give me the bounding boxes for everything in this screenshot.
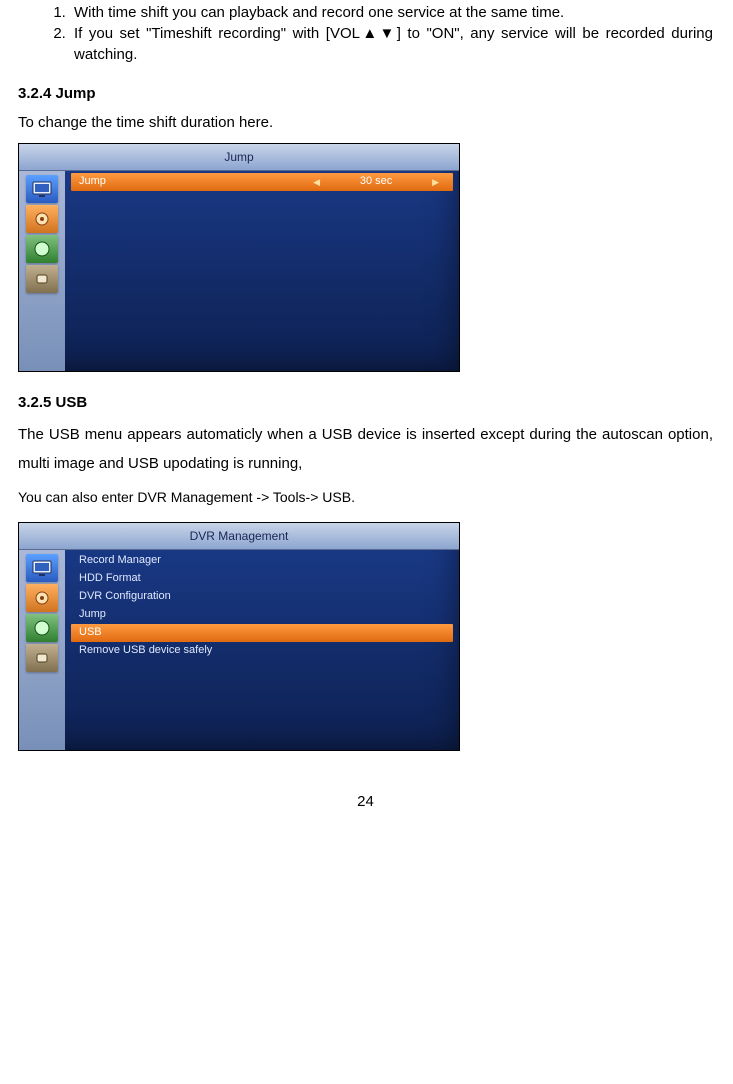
- menu-item-jump[interactable]: Jump: [71, 606, 453, 624]
- section-324-heading: 3.2.4 Jump: [18, 83, 713, 104]
- gear-icon: [26, 205, 58, 233]
- sidebar: [19, 550, 65, 750]
- main-panel: Jump ◀ 30 sec ▶: [65, 171, 459, 371]
- menu-item-hdd-format[interactable]: HDD Format: [71, 570, 453, 588]
- globe-icon: [26, 614, 58, 642]
- section-324-body: To change the time shift duration here.: [18, 112, 713, 133]
- menu-item-record-manager[interactable]: Record Manager: [71, 552, 453, 570]
- window-title: DVR Management: [19, 523, 459, 550]
- plug-icon: [26, 265, 58, 293]
- list-item-1: With time shift you can playback and rec…: [70, 2, 713, 23]
- row-label: Jump: [79, 174, 307, 189]
- section-325-heading: 3.2.5 USB: [18, 392, 713, 413]
- menu-label: Remove USB device safely: [79, 643, 445, 658]
- screenshot-jump: Jump Jump ◀ 30 sec ▶: [18, 143, 460, 372]
- gear-icon: [26, 584, 58, 612]
- jump-row[interactable]: Jump ◀ 30 sec ▶: [71, 173, 453, 191]
- menu-item-remove-usb[interactable]: Remove USB device safely: [71, 642, 453, 660]
- menu-item-dvr-config[interactable]: DVR Configuration: [71, 588, 453, 606]
- tv-icon: [26, 554, 58, 582]
- plug-icon: [26, 644, 58, 672]
- menu-label: Record Manager: [79, 553, 445, 568]
- menu-label: Jump: [79, 607, 445, 622]
- window-title: Jump: [19, 144, 459, 171]
- list-item-2: If you set "Timeshift recording" with [V…: [70, 23, 713, 65]
- main-panel: Record Manager HDD Format DVR Configurat…: [65, 550, 459, 750]
- row-value: 30 sec: [326, 174, 426, 189]
- globe-icon: [26, 235, 58, 263]
- sidebar: [19, 171, 65, 371]
- numbered-list: With time shift you can playback and rec…: [18, 2, 713, 65]
- menu-label: HDD Format: [79, 571, 445, 586]
- left-arrow-icon[interactable]: ◀: [307, 176, 326, 189]
- menu-label: USB: [79, 625, 445, 640]
- menu-item-usb[interactable]: USB: [71, 624, 453, 642]
- menu-label: DVR Configuration: [79, 589, 445, 604]
- screenshot-dvr: DVR Management Record Manager HDD Format…: [18, 522, 460, 751]
- right-arrow-icon[interactable]: ▶: [426, 176, 445, 189]
- section-325-body2: You can also enter DVR Management -> Too…: [18, 488, 713, 508]
- page-number: 24: [18, 791, 713, 812]
- section-325-body1: The USB menu appears automaticly when a …: [18, 421, 713, 478]
- tv-icon: [26, 175, 58, 203]
